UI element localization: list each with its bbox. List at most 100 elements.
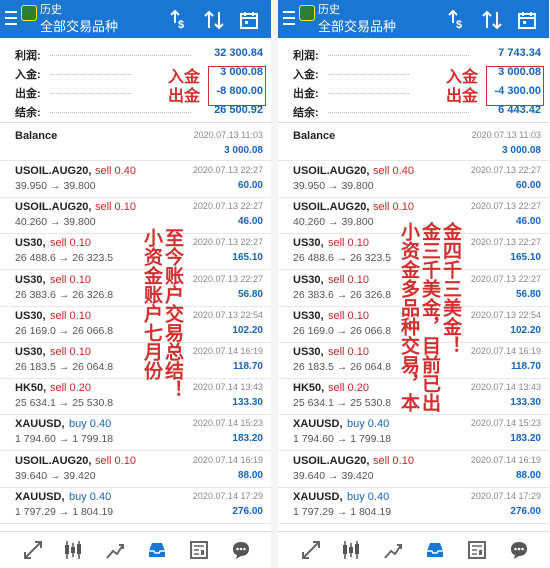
deal-side: buy 0.40: [69, 418, 112, 431]
deal-row[interactable]: USOIL.AUG20, sell 0.10 40.260 → 39.800 2020…: [0, 197, 271, 235]
deal-time: 2020.07.14 15:23: [192, 418, 263, 429]
menu-icon[interactable]: [283, 11, 295, 25]
deal-row[interactable]: US30, sell 0.10 26 488.6 → 26 323.5 2020.07…: [0, 233, 271, 271]
deal-symbol: US30,: [15, 309, 46, 322]
menu-icon[interactable]: [5, 11, 17, 25]
deal-profit: 133.30: [232, 397, 263, 409]
calendar-icon[interactable]: [238, 9, 260, 31]
deal-symbol: XAUUSD,: [293, 490, 343, 503]
deal-symbol: HK50,: [15, 382, 47, 395]
deal-prices: 26 383.6 → 26 326.8: [293, 288, 392, 301]
annotation-withdrawal: 出金: [168, 88, 201, 105]
sort-dollar-icon[interactable]: $: [167, 9, 189, 31]
deal-time: 2020.07.14 16:19: [192, 454, 263, 465]
bottom-nav: [278, 531, 549, 568]
deal-profit: 88.00: [237, 469, 263, 481]
balance-value: 3 000.08: [502, 145, 541, 156]
deal-row[interactable]: US30, sell 0.10 26 183.5 → 26 064.8 2020.07…: [0, 342, 271, 379]
deal-symbol: US30,: [293, 309, 324, 322]
header-subtitle[interactable]: 全部交易品种: [40, 19, 118, 34]
left-panel: 历史 全部交易品种 $ 利润: 32 300.84 入金: 3 000.08 出…: [0, 0, 271, 568]
deal-prices: 26 488.6 → 26 323.5: [15, 252, 114, 265]
sort-arrows-icon[interactable]: [203, 9, 225, 31]
deal-prices: 26 488.6 → 26 323.5: [293, 252, 392, 265]
deal-row[interactable]: XAUUSD, buy 0.40 1 794.60 → 1 799.18 2020.0…: [0, 414, 271, 452]
deal-time: 2020.07.13 22:27: [192, 237, 263, 248]
header-subtitle[interactable]: 全部交易品种: [318, 19, 396, 34]
deal-prices: 26 169.0 → 26 066.8: [15, 324, 114, 337]
trade-icon[interactable]: [300, 539, 322, 561]
deal-row[interactable]: USOIL.AUG20, sell 0.40 39.950 → 39.800 2020…: [0, 161, 271, 198]
app-header: 历史 全部交易品种 $: [278, 0, 549, 38]
summary-label: 结余:: [15, 107, 41, 119]
summary-label: 入金:: [15, 69, 41, 81]
deal-row[interactable]: XAUUSD, buy 0.40 1 797.29 → 1 804.19 2020.0…: [278, 487, 549, 524]
deal-time: 2020.07.14 17:29: [470, 490, 541, 501]
deal-prices: 39.950 → 39.800: [15, 180, 96, 192]
balance-row[interactable]: Balance 2020.07.13 11:03 3 000.08: [278, 126, 549, 161]
annotation-text-b: 金三千美金，目前已出: [419, 222, 440, 412]
balance-row[interactable]: Balance 2020.07.13 11:03 3 000.08: [0, 126, 271, 161]
deal-prices: 39.640 → 39.420: [15, 469, 96, 482]
deal-profit: 183.20: [232, 433, 263, 445]
deal-profit: 165.10: [232, 252, 263, 264]
annotation-text-b: 至今账户交易总结！: [162, 228, 183, 399]
deal-time: 2020.07.13 22:54: [192, 309, 263, 320]
header-title: 历史: [40, 4, 62, 16]
deal-side: buy 0.40: [69, 490, 112, 503]
deal-prices: 26 169.0 → 26 066.8: [293, 324, 392, 337]
deal-side: sell 0.40: [95, 165, 136, 177]
deal-time: 2020.07.13 22:54: [470, 309, 541, 320]
chat-icon[interactable]: [508, 539, 530, 561]
deal-row[interactable]: US30, sell 0.10 26 169.0 → 26 066.8 2020.07…: [0, 306, 271, 343]
deal-row[interactable]: USOIL.AUG20, sell 0.40 39.950 → 39.800 2020…: [278, 161, 549, 198]
deal-profit: 46.00: [515, 216, 541, 228]
trade-icon[interactable]: [22, 539, 44, 561]
deal-side: sell 0.10: [95, 201, 136, 214]
annotation-deposit: 入金: [446, 69, 479, 86]
calendar-icon[interactable]: [516, 9, 538, 31]
deal-row[interactable]: XAUUSD, buy 0.40 1 797.29 → 1 804.19 2020.0…: [0, 487, 271, 524]
deal-side: sell 0.20: [328, 382, 369, 395]
deal-side: sell 0.10: [50, 273, 91, 286]
deal-profit: 56.80: [237, 288, 263, 300]
deal-side: sell 0.10: [50, 237, 91, 250]
deal-prices: 39.640 → 39.420: [293, 469, 374, 482]
candles-icon[interactable]: [340, 539, 362, 561]
deal-symbol: US30,: [15, 237, 46, 250]
header-title: 历史: [318, 4, 340, 16]
summary-label: 出金:: [15, 88, 41, 100]
deal-symbol: USOIL.AUG20,: [293, 165, 370, 177]
chart-icon[interactable]: [382, 539, 404, 561]
deal-symbol: USOIL.AUG20,: [15, 201, 92, 214]
deal-symbol: US30,: [15, 346, 46, 358]
news-icon[interactable]: [188, 539, 210, 561]
deal-time: 2020.07.14 15:23: [470, 418, 541, 429]
deal-row[interactable]: USOIL.AUG20, sell 0.10 39.640 → 39.420 2020…: [278, 451, 549, 488]
chat-icon[interactable]: [230, 539, 252, 561]
deal-side: sell 0.10: [328, 237, 369, 250]
deal-row[interactable]: USOIL.AUG20, sell 0.10 39.640 → 39.420 2020…: [0, 451, 271, 488]
summary-section: 利润: 7 743.34 入金: 3 000.08 出金: -4 300.00 …: [278, 38, 549, 123]
news-icon[interactable]: [466, 539, 488, 561]
deal-prices: 1 794.60 → 1 799.18: [293, 433, 392, 446]
inbox-icon[interactable]: [424, 539, 446, 561]
deal-time: 2020.07.13 22:27: [192, 165, 263, 175]
deal-time: 2020.07.14 17:29: [192, 490, 263, 501]
deal-prices: 40.260 → 39.800: [293, 216, 374, 229]
deal-side: buy 0.40: [347, 418, 390, 431]
deal-prices: 26 183.5 → 26 064.8: [293, 361, 392, 373]
deal-symbol: USOIL.AUG20,: [293, 201, 370, 214]
deal-profit: 276.00: [510, 505, 541, 517]
deal-row[interactable]: US30, sell 0.10 26 383.6 → 26 326.8 2020.07…: [0, 270, 271, 307]
deal-row[interactable]: HK50, sell 0.20 25 634.1 → 25 530.8 2020.07…: [0, 378, 271, 416]
annotation-text-c: 金四千三美金！: [440, 222, 461, 355]
sort-arrows-icon[interactable]: [481, 9, 503, 31]
candles-icon[interactable]: [62, 539, 84, 561]
deal-prices: 26 383.6 → 26 326.8: [15, 288, 114, 301]
deal-row[interactable]: XAUUSD, buy 0.40 1 794.60 → 1 799.18 2020.0…: [278, 414, 549, 452]
chart-icon[interactable]: [104, 539, 126, 561]
deal-symbol: HK50,: [293, 382, 325, 395]
inbox-icon[interactable]: [146, 539, 168, 561]
sort-dollar-icon[interactable]: $: [445, 9, 467, 31]
